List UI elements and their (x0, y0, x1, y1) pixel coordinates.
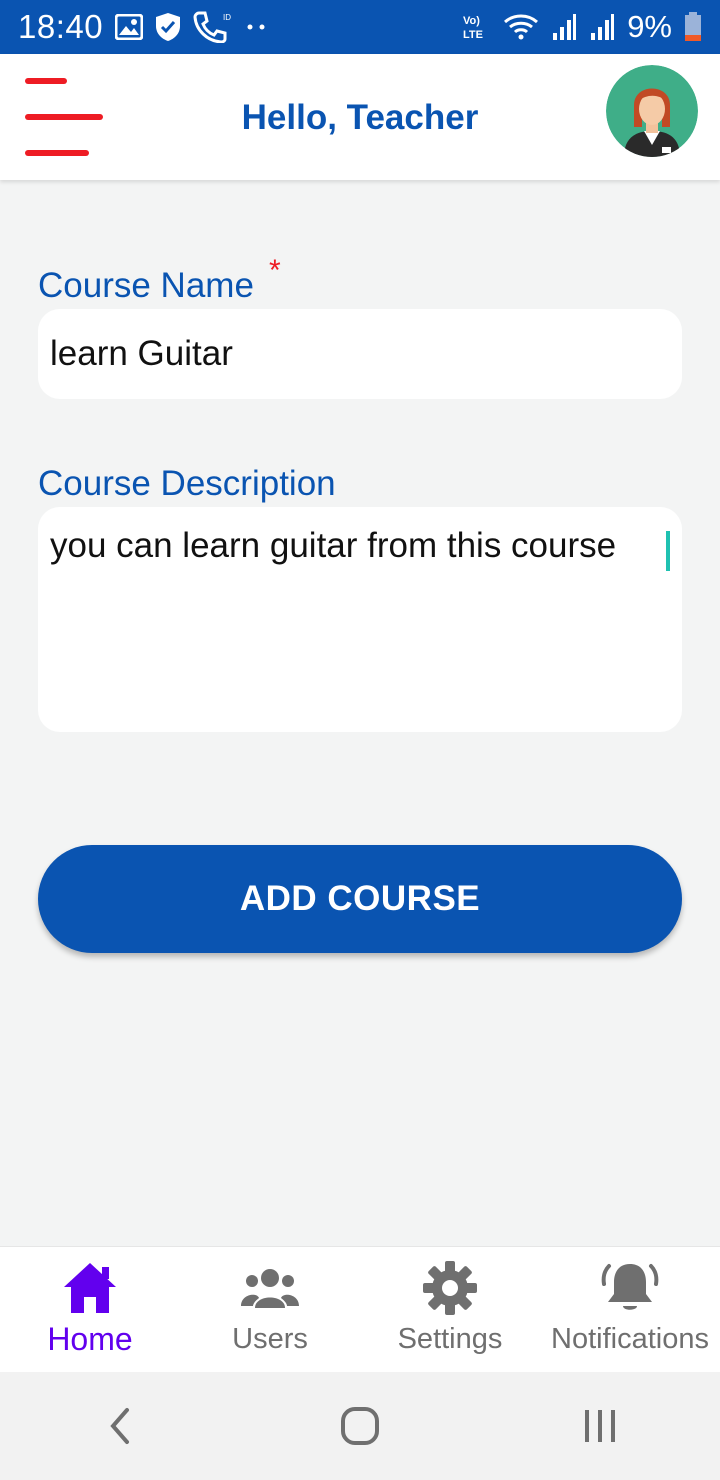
status-right: Vo) LTE 9% (461, 9, 702, 45)
phone-icon: ID (193, 11, 233, 43)
svg-text:Vo): Vo) (463, 15, 480, 27)
teacher-avatar-icon (606, 65, 698, 157)
image-icon (115, 14, 144, 40)
svg-text:LTE: LTE (463, 29, 483, 41)
shield-icon (155, 12, 181, 42)
add-course-button[interactable]: ADD COURSE (38, 845, 682, 953)
course-description-label: Course Description (38, 464, 336, 503)
nav-label-notifications: Notifications (551, 1323, 709, 1355)
status-left: 18:40 ID (18, 8, 269, 46)
nav-item-notifications[interactable]: Notifications (540, 1247, 720, 1373)
signal-icon (589, 13, 615, 41)
battery-low-icon (684, 12, 702, 42)
home-button-icon[interactable] (320, 1386, 400, 1466)
nav-item-users[interactable]: Users (180, 1247, 360, 1373)
more-dots-icon (245, 22, 269, 32)
status-time: 18:40 (18, 8, 104, 45)
svg-text:ID: ID (223, 13, 231, 22)
back-icon[interactable] (80, 1386, 160, 1466)
volte-icon: Vo) LTE (461, 12, 491, 42)
nav-label-users: Users (232, 1323, 308, 1355)
wifi-icon (503, 12, 539, 42)
signal-icon (551, 13, 577, 41)
app-header: Hello, Teacher (0, 54, 720, 180)
required-star: * (269, 254, 281, 287)
course-description-input[interactable]: you can learn guitar from this course (38, 507, 682, 732)
bell-icon (601, 1259, 659, 1317)
recent-apps-icon[interactable] (560, 1386, 640, 1466)
bottom-nav: Home Users Settings Notifications (0, 1246, 720, 1372)
screen: 18:40 ID Vo) LTE 9% Hello, Teacher Cours… (0, 0, 720, 1480)
nav-label-settings: Settings (397, 1323, 503, 1355)
course-name-label: Course Name (38, 266, 254, 305)
nav-label-home: Home (47, 1321, 133, 1357)
users-icon (241, 1259, 299, 1317)
text-cursor (666, 531, 670, 571)
battery-percent: 9% (627, 9, 672, 44)
course-name-input[interactable] (38, 309, 682, 399)
home-icon (62, 1259, 118, 1317)
system-nav-bar (0, 1372, 720, 1480)
gear-icon (422, 1259, 478, 1317)
avatar[interactable] (606, 65, 698, 157)
nav-item-home[interactable]: Home (0, 1247, 180, 1373)
status-bar: 18:40 ID Vo) LTE 9% (0, 0, 720, 54)
nav-item-settings[interactable]: Settings (360, 1247, 540, 1373)
